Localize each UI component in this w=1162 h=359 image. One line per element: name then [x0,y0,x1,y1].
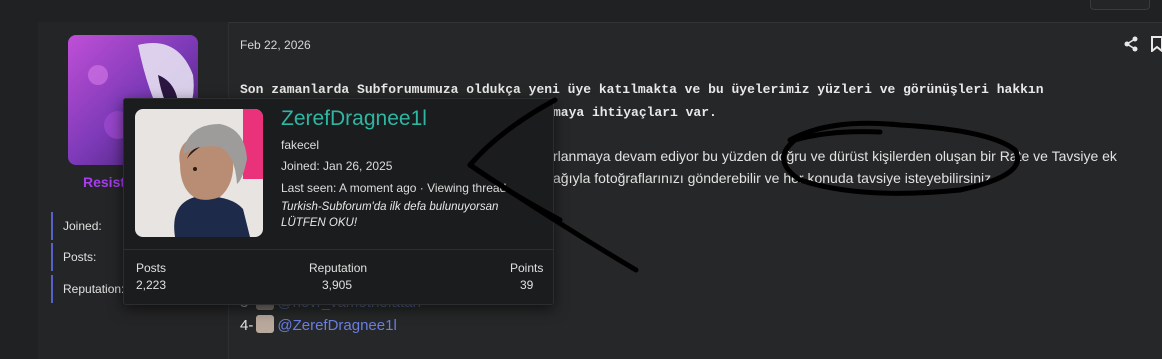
stat-reputation-value[interactable]: 3,905 [322,278,352,292]
post-body-line-4: ağıyla fotoğraflarınızı gönderebilir ve … [553,170,996,186]
mention-line-4: 4- @ZerefDragnee1l [240,315,397,334]
sidebar-reputation-label: Reputation: [63,282,125,296]
stat-posts-value[interactable]: 2,223 [136,278,166,292]
stat-points-value[interactable]: 39 [520,278,533,292]
sidebar-joined-label: Joined: [63,219,102,233]
member-signature-line-1[interactable]: Turkish-Subforum'da ilk defa bulunuyorsa… [281,199,498,215]
post-body-line-3: rlanmaya devam ediyor bu yüzden doğru ve… [553,148,1117,164]
post-date[interactable]: Feb 22, 2026 [240,38,311,52]
member-user-title: fakecel [281,138,320,152]
card-divider [124,249,553,250]
post-body-line-1: Son zamanlarda Subforumumuza oldukça yen… [240,82,1044,97]
member-signature-line-2[interactable]: LÜTFEN OKU! [281,215,498,231]
stat-points-label: Points [510,261,544,275]
stat-reputation-label: Reputation [309,261,368,275]
share-icon[interactable] [1123,36,1139,52]
post-body-line-2: maya ihtiyaçları var. [553,105,717,120]
member-avatar[interactable] [135,109,263,237]
member-signature: Turkish-Subforum'da ilk defa bulunuyorsa… [281,199,498,231]
member-tooltip-card: ZerefDragnee1l fakecel Joined: Jan 26, 2… [123,98,554,305]
mention-4-avatar [256,315,275,333]
stat-posts-label: Posts [136,261,167,275]
member-name-link[interactable]: ZerefDragnee1l [281,107,427,131]
mention-4-prefix: 4- [240,317,254,334]
top-button[interactable] [1090,0,1150,10]
member-avatar-photo [135,109,263,237]
member-joined-date: Joined: Jan 26, 2025 [281,159,393,173]
bookmark-icon[interactable] [1150,36,1162,52]
member-last-seen: Last seen: A moment ago · Viewing thread [281,181,507,195]
page-header-strip [0,0,1162,20]
sidebar-posts-label: Posts: [63,250,97,264]
sidebar-username[interactable]: Resist [83,174,125,190]
mention-4-link[interactable]: @ZerefDragnee1l [277,317,396,334]
